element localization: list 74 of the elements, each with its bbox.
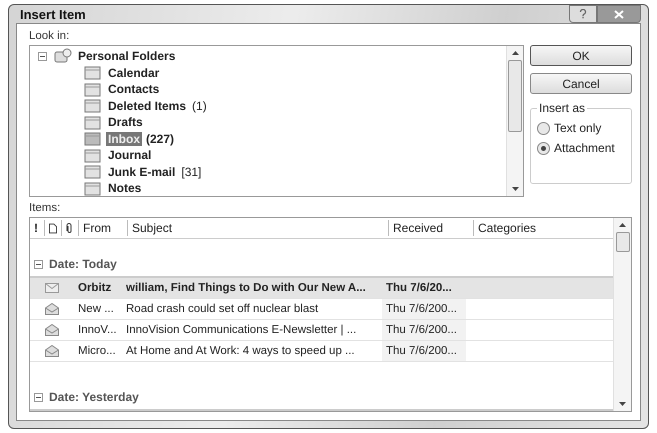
folder-icon [84, 98, 102, 114]
help-icon [579, 9, 587, 19]
radio-label: Attachment [554, 141, 615, 155]
tree-item[interactable]: Drafts [106, 115, 145, 130]
scroll-up-icon [619, 223, 626, 227]
column-header[interactable]: Received [389, 220, 474, 236]
tree-item[interactable]: Calendar [106, 66, 162, 80]
tree-item[interactable]: Deleted Items [106, 98, 188, 113]
close-button[interactable] [597, 5, 641, 23]
scroll-thumb[interactable] [508, 60, 522, 132]
tree-item[interactable]: Personal Folders [76, 49, 178, 64]
message-row[interactable]: Orbitz william, Find Things to Do with Our New A... Thu 7/6/20... [30, 278, 613, 299]
scrollbar[interactable] [613, 218, 631, 411]
collapse-toggle[interactable] [38, 52, 47, 61]
scroll-down-icon [512, 187, 518, 191]
group-toggle[interactable] [34, 260, 43, 268]
message-row[interactable]: New ... Road crash could set off nuclear blast Thu 7/6/200... [30, 299, 613, 320]
tree-item[interactable]: Contacts [106, 82, 162, 96]
table-cell-text: InnoV... [77, 324, 118, 336]
table-cell-text: InnoVision Communications E-Newsletter | ... [125, 324, 358, 336]
table-cell-text: Thu 7/6/20... [385, 281, 453, 296]
open-envelope-icon [45, 345, 59, 357]
tree-item[interactable]: Journal [106, 148, 154, 162]
column-header[interactable]: Categories [474, 220, 613, 236]
group-header[interactable]: Date: Yesterday [49, 390, 139, 404]
tree-item[interactable]: Notes [106, 181, 144, 196]
radio-button[interactable] [537, 122, 550, 134]
table-cell: Thu 7/6/200... [382, 341, 466, 361]
scroll-down-icon [619, 402, 626, 406]
folder-icon [84, 65, 102, 80]
table-cell-text: At Home and At Work: 4 ways to speed up ... [125, 345, 356, 357]
dialog-button[interactable]: OK [530, 45, 632, 66]
column-header[interactable]: From [79, 220, 128, 236]
envelope-icon [45, 283, 59, 293]
folder-icon [84, 164, 102, 180]
scrollbar[interactable] [506, 46, 523, 196]
scroll-up-icon [512, 51, 518, 55]
items-label: Items: [29, 202, 62, 214]
folder-icon [84, 131, 102, 146]
folder-icon [84, 114, 102, 130]
folder-icon [84, 148, 102, 163]
table-cell: Thu 7/6/200... [382, 299, 466, 319]
paperclip-icon [66, 222, 73, 234]
tree-item[interactable]: Inbox [106, 132, 142, 146]
folders-icon [54, 48, 72, 64]
radio-label: Text only [554, 121, 602, 135]
group-header[interactable]: Date: Today [49, 257, 117, 271]
scroll-thumb[interactable] [616, 232, 630, 252]
document-icon [49, 222, 57, 234]
close-icon [614, 10, 624, 18]
message-row[interactable]: InnoV... InnoVision Communications E-Newsletter | ... Thu 7/6/200... [30, 320, 613, 341]
table-cell-text: New ... [77, 303, 115, 315]
column-header[interactable]: Subject [128, 220, 389, 236]
window-title: Insert Item [19, 6, 86, 22]
open-envelope-icon [45, 303, 59, 315]
help-button[interactable] [569, 5, 597, 23]
table-cell-text: Micro... [77, 345, 117, 357]
item-count: [31] [181, 164, 202, 179]
tree-item[interactable]: Junk E-mail [106, 164, 178, 179]
dialog-button[interactable]: Cancel [530, 73, 632, 94]
item-count: (1) [192, 98, 207, 113]
table-cell-text: william, Find Things to Do with Our New A... [125, 282, 367, 294]
table-cell-text: Road crash could set off nuclear blast [125, 303, 320, 315]
look-in-label: Look in: [29, 30, 70, 42]
folder-icon [84, 82, 102, 97]
group-toggle[interactable] [34, 392, 43, 402]
open-envelope-icon [45, 324, 59, 336]
message-row[interactable]: Micro... At Home and At Work: 4 ways to speed up ... Thu 7/6/200... [30, 341, 613, 362]
table-cell: Thu 7/6/200... [382, 320, 466, 340]
column-header[interactable]: ! [30, 220, 45, 236]
radio-button[interactable] [537, 142, 550, 154]
item-count: (227) [146, 132, 174, 146]
group-label: Insert as [538, 101, 586, 115]
table-cell-text: Orbitz [77, 282, 112, 294]
